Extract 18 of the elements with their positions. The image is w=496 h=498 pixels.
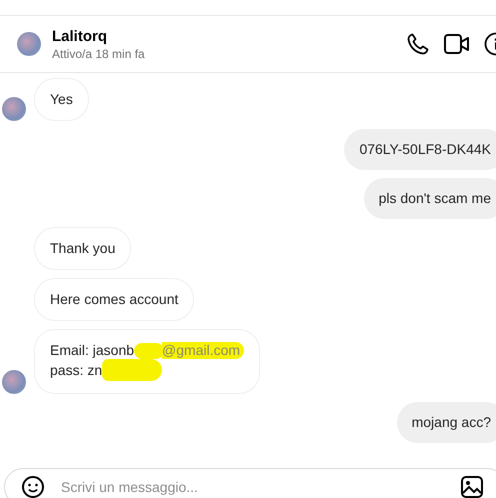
message-bubble: Here comes account [34, 278, 194, 321]
message-bubble: Thank you [34, 227, 132, 270]
avatar[interactable] [2, 370, 26, 394]
emoji-icon[interactable] [21, 475, 45, 498]
message-bubble: pls don't scam me [364, 178, 496, 219]
message-bubble: 076LY-50LF8-DK44K [344, 129, 496, 170]
active-status: Attivo/a 18 min fa [52, 46, 145, 60]
contact-name: Lalitorq [52, 28, 108, 44]
phone-icon[interactable] [406, 32, 430, 56]
message-input[interactable]: Scrivi un messaggio... [59, 478, 447, 496]
avatar[interactable] [17, 32, 41, 56]
composer-bar[interactable]: Scrivi un messaggio... [4, 468, 496, 498]
message-bubble: Yes [34, 78, 89, 121]
image-icon[interactable] [461, 476, 483, 498]
message-bubble: mojang acc? [396, 402, 496, 443]
avatar[interactable] [2, 97, 26, 121]
video-camera-icon[interactable] [444, 33, 470, 55]
message-bubble: Email: jasonb @gmail.com pass: zn [34, 329, 260, 394]
